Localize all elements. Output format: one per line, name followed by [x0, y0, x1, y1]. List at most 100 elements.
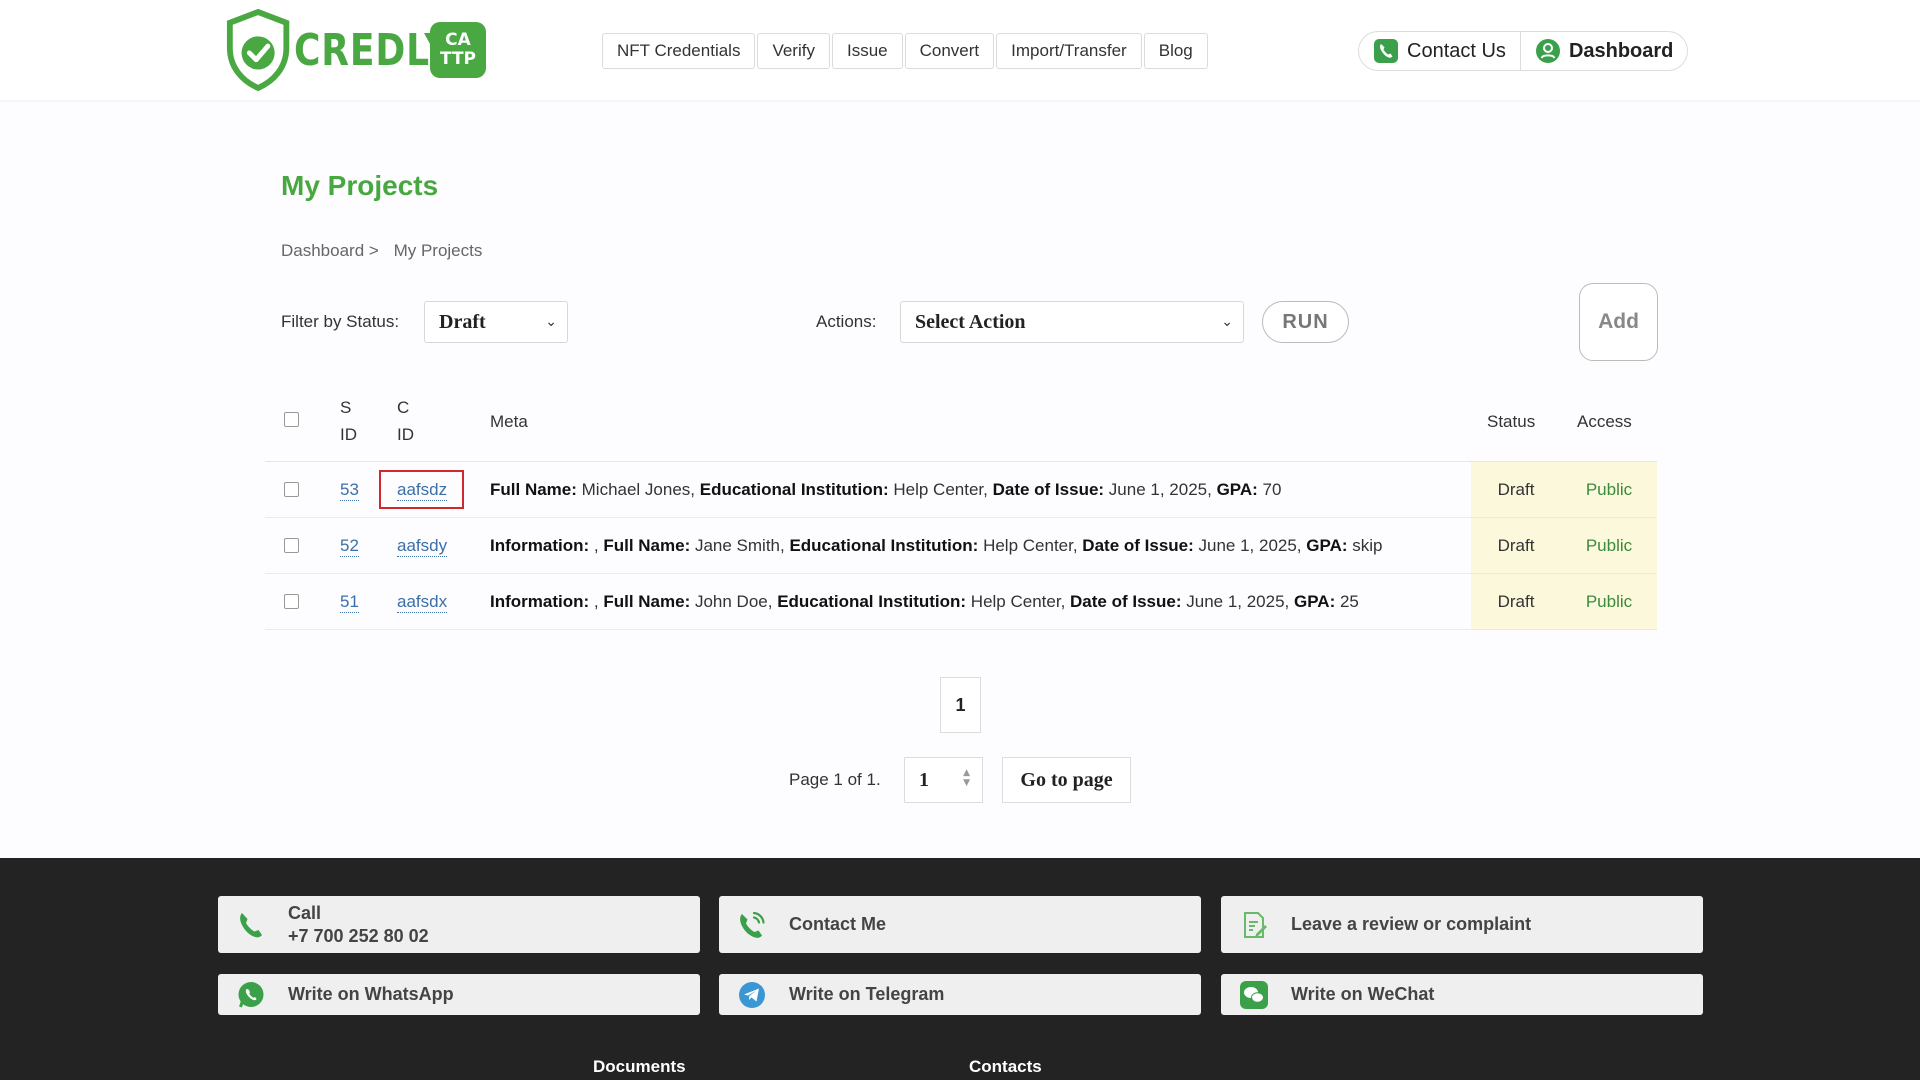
sid-cell: 52 — [340, 518, 359, 574]
meta-value: , — [589, 592, 604, 611]
header-sid-line1: S — [340, 398, 352, 417]
header-meta: Meta — [490, 412, 528, 431]
wechat-button[interactable]: Write on WeChat — [1221, 974, 1703, 1015]
actions-label: Actions: — [816, 312, 877, 331]
header-access: Access — [1577, 412, 1632, 431]
row-checkbox[interactable] — [284, 538, 299, 553]
access-cell[interactable]: Public — [1561, 574, 1657, 629]
header-cid: C ID — [397, 394, 414, 448]
action-select[interactable]: Select Action ⌄ — [900, 301, 1244, 343]
contact-us-button[interactable]: Contact Us — [1359, 32, 1520, 70]
cid-link[interactable]: aafsdx — [397, 592, 448, 613]
call-text: Call +7 700 252 80 02 — [288, 902, 429, 948]
logo-badge: CA TTP — [430, 22, 486, 78]
spinner-arrows-icon[interactable]: ▲ ▼ — [963, 768, 970, 788]
meta-value: Help Center, — [966, 592, 1071, 611]
whatsapp-icon — [238, 981, 264, 1007]
footer-documents-heading: Documents — [593, 1057, 686, 1076]
projects-table: S ID C ID Meta Status Access 53 aafsdz Ful… — [265, 390, 1657, 630]
meta-value: June 1, 2025, — [1193, 536, 1307, 555]
meta-key: Full Name: — [603, 592, 691, 611]
table-row: 53 aafsdz Full Name: Michael Jones, Educat… — [265, 462, 1657, 518]
page-number-button[interactable]: 1 — [940, 677, 981, 733]
meta-value: 70 — [1257, 480, 1282, 499]
header-sid-line2: ID — [340, 425, 357, 444]
page-number-input[interactable]: 1 ▲ ▼ — [904, 757, 983, 803]
row-checkbox[interactable] — [284, 482, 299, 497]
page-input-value: 1 — [919, 769, 929, 791]
shield-check-icon — [226, 8, 290, 92]
page-title: My Projects — [281, 170, 439, 201]
header-actions: Contact Us Dashboard — [1358, 31, 1689, 71]
user-icon — [1535, 39, 1560, 63]
header-cid-line2: ID — [397, 425, 414, 444]
breadcrumb-dashboard[interactable]: Dashboard > — [281, 241, 379, 260]
nav-verify[interactable]: Verify — [757, 33, 830, 69]
filter-status-label: Filter by Status: — [281, 312, 400, 331]
meta-key: Date of Issue: — [1082, 536, 1194, 555]
run-button[interactable]: RUN — [1262, 301, 1349, 343]
meta-cell: Full Name: Michael Jones, Educational In… — [490, 462, 1281, 518]
meta-key: Educational Institution: — [777, 592, 967, 611]
call-label: Call — [288, 902, 322, 923]
review-label: Leave a review or complaint — [1291, 914, 1532, 934]
access-cell[interactable]: Public — [1561, 462, 1657, 517]
contact-me-button[interactable]: Contact Me — [719, 896, 1201, 953]
access-cell[interactable]: Public — [1561, 518, 1657, 573]
breadcrumb-my-projects: My Projects — [393, 241, 483, 260]
status-cell: Draft — [1471, 462, 1561, 517]
phone-icon — [240, 912, 262, 937]
telegram-button[interactable]: Write on Telegram — [719, 974, 1201, 1015]
cid-link[interactable]: aafsdy — [397, 536, 448, 557]
telegram-label: Write on Telegram — [789, 984, 945, 1004]
meta-key: GPA: — [1306, 536, 1348, 555]
credly-logo[interactable]: CREDLY CA TTP — [224, 8, 486, 92]
main-nav: NFT Credentials Verify Issue Convert Imp… — [602, 33, 1208, 69]
meta-key: Educational Institution: — [789, 536, 979, 555]
nav-blog[interactable]: Blog — [1143, 33, 1208, 69]
meta-value: Help Center, — [888, 480, 993, 499]
chevron-down-icon: ⌄ — [545, 314, 557, 330]
select-all-checkbox[interactable] — [284, 412, 299, 427]
call-button[interactable]: Call +7 700 252 80 02 — [218, 896, 700, 953]
table-header: S ID C ID Meta Status Access — [265, 390, 1657, 462]
sid-link[interactable]: 51 — [340, 592, 359, 613]
row-checkbox[interactable] — [284, 594, 299, 609]
dashboard-button[interactable]: Dashboard — [1519, 32, 1687, 70]
review-complaint-button[interactable]: Leave a review or complaint — [1221, 896, 1703, 953]
logo-badge-line2: TTP — [439, 49, 477, 69]
site-header: CREDLY CA TTP NFT Credentials Verify Iss… — [0, 0, 1920, 100]
nav-import-transfer[interactable]: Import/Transfer — [996, 33, 1142, 69]
status-cell: Draft — [1471, 574, 1561, 629]
sid-link[interactable]: 52 — [340, 536, 359, 557]
status-filter-select[interactable]: Draft ⌄ — [424, 301, 568, 343]
meta-key: Information: — [490, 536, 590, 555]
meta-value: June 1, 2025, — [1104, 480, 1217, 499]
footer-contacts-heading: Contacts — [969, 1057, 1042, 1076]
phone-call-icon — [740, 911, 765, 938]
nav-issue[interactable]: Issue — [831, 33, 903, 69]
table-body: 53 aafsdz Full Name: Michael Jones, Educat… — [265, 462, 1657, 630]
header-sid: S ID — [340, 394, 357, 448]
cid-link[interactable]: aafsdz — [397, 480, 448, 501]
logo-wordmark: CREDLY — [294, 24, 452, 76]
logo-badge-line1: CA — [445, 30, 471, 50]
add-button[interactable]: Add — [1579, 283, 1658, 361]
meta-key: Full Name: — [490, 480, 577, 499]
site-footer: Call +7 700 252 80 02 Contact Me Leave a… — [0, 858, 1920, 1080]
sid-cell: 53 — [340, 462, 359, 518]
meta-value: Jane Smith, — [690, 536, 790, 555]
meta-key: Date of Issue: — [992, 480, 1105, 499]
edit-document-icon — [1244, 911, 1267, 938]
nav-nft-credentials[interactable]: NFT Credentials — [602, 33, 756, 69]
nav-convert[interactable]: Convert — [904, 33, 995, 69]
go-to-page-button[interactable]: Go to page — [1002, 757, 1131, 803]
meta-key: Date of Issue: — [1070, 592, 1182, 611]
cid-cell: aafsdz — [397, 462, 448, 518]
whatsapp-button[interactable]: Write on WhatsApp — [218, 974, 700, 1015]
meta-key: Information: — [490, 592, 590, 611]
header-status: Status — [1487, 412, 1536, 431]
table-row: 52 aafsdy Information: , Full Name: Jane S… — [265, 518, 1657, 574]
dashboard-label: Dashboard — [1568, 39, 1674, 62]
sid-link[interactable]: 53 — [340, 480, 359, 501]
